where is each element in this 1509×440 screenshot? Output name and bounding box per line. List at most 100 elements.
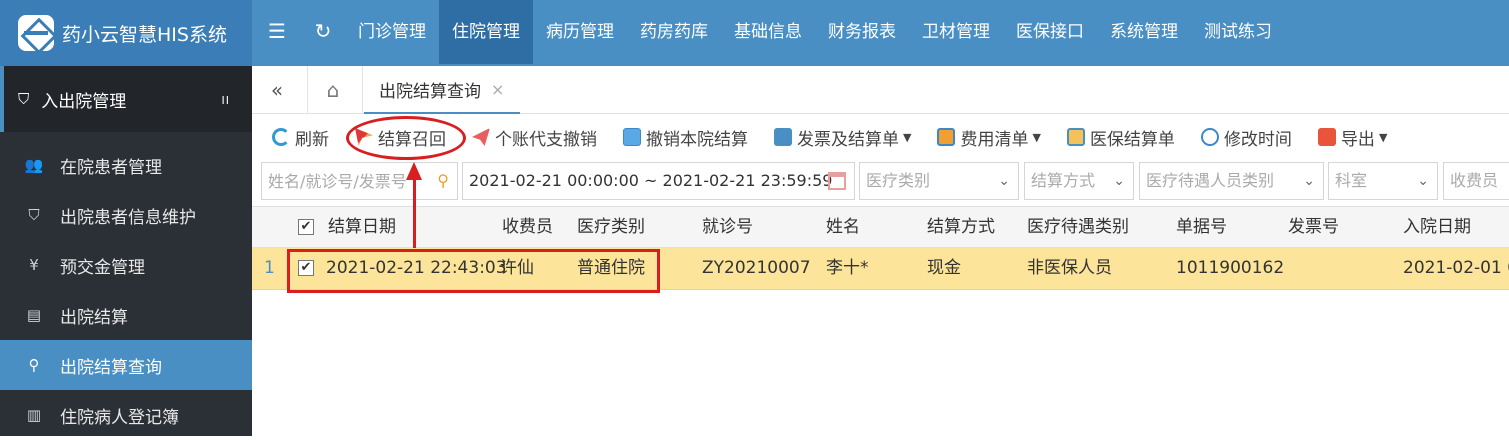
book-icon: ▥ <box>26 406 42 424</box>
cancel-settlement-button[interactable]: 撤销本院结算 <box>623 125 748 150</box>
medical-type-placeholder: 医疗类别 <box>866 171 931 190</box>
chevron-down-icon: ⌄ <box>998 173 1010 189</box>
annotation-arrow-head <box>406 162 422 180</box>
invoice-label: 发票及结算单 <box>797 129 899 150</box>
cancel-personal-label: 个账代支撤销 <box>495 129 597 150</box>
column-header[interactable]: 收费员 <box>502 207 553 247</box>
top-bar: 药小云智慧HIS系统 ☰ ↻ 门诊管理 住院管理 病历管理 药房药库 基础信息 … <box>0 0 1509 66</box>
chevron-down-icon: ⌄ <box>1113 173 1125 189</box>
sidebar-item-settle-query[interactable]: ⚲ 出院结算查询 <box>0 340 252 390</box>
annotation-ellipse <box>346 116 466 160</box>
select-all-checkbox[interactable]: ✔ <box>298 219 314 235</box>
cashier-select[interactable]: 收费员 <box>1443 162 1509 200</box>
sidebar-item-discharge-settle[interactable]: ▤ 出院结算 <box>0 290 252 340</box>
clock-icon <box>1200 128 1219 146</box>
sidebar-item-register-book[interactable]: ▥ 住院病人登记簿 <box>0 390 252 440</box>
cell-treatment-type: 非医保人员 <box>1027 258 1112 278</box>
cell-receipt-no: 1011900162 <box>1176 258 1285 278</box>
invoice-dropdown-button[interactable]: 发票及结算单 ▼ <box>774 125 911 150</box>
reload-icon[interactable]: ↻ <box>308 16 338 46</box>
sidebar-section-label: 入出院管理 <box>41 91 127 112</box>
search-icon[interactable]: ⚲ <box>437 163 449 199</box>
sidebar-item-label: 住院病人登记簿 <box>60 407 179 428</box>
cell-visit-no: ZY20210007 <box>702 258 811 278</box>
export-label: 导出 <box>1340 129 1375 150</box>
column-header[interactable]: 医疗类别 <box>577 207 645 247</box>
settle-method-select[interactable]: 结算方式 ⌄ <box>1024 162 1134 200</box>
shield-icon: ⛉ <box>28 206 40 224</box>
date-range-field[interactable]: 2021-02-21 00:00:00 ~ 2021-02-21 23:59:5… <box>462 162 855 200</box>
sidebar-item-deposit[interactable]: ¥ 预交金管理 <box>0 240 252 290</box>
app-title: 药小云智慧HIS系统 <box>62 23 227 46</box>
search-input[interactable] <box>268 163 457 199</box>
users-icon: 👥 <box>24 156 44 174</box>
cancel-icon <box>623 128 641 146</box>
medical-type-select[interactable]: 医疗类别 ⌄ <box>859 162 1019 200</box>
nav-item-inpatient[interactable]: 住院管理 <box>439 0 533 64</box>
sidebar-item-label: 在院患者管理 <box>60 157 162 178</box>
caret-down-icon: ▼ <box>1032 130 1041 144</box>
nav-item-pharmacy[interactable]: 药房药库 <box>627 0 721 64</box>
document-icon: ▤ <box>26 306 42 324</box>
caret-down-icon: ▼ <box>1378 130 1388 144</box>
sidebar-section-header[interactable]: ⛉ 入出院管理 II <box>0 66 252 132</box>
nav-item-insurance[interactable]: 医保接口 <box>1003 0 1097 64</box>
column-header[interactable]: 医疗待遇类别 <box>1027 207 1129 247</box>
nav-item-outpatient[interactable]: 门诊管理 <box>345 0 439 64</box>
department-select[interactable]: 科室 ⌄ <box>1328 162 1438 200</box>
nav-item-practice[interactable]: 测试练习 <box>1191 0 1285 64</box>
date-range-value: 2021-02-21 00:00:00 ~ 2021-02-21 23:59:5… <box>469 171 833 190</box>
home-icon[interactable]: ⌂ <box>318 76 348 104</box>
send-icon <box>472 128 490 146</box>
annotation-box <box>287 249 660 293</box>
settle-method-placeholder: 结算方式 <box>1031 171 1096 190</box>
collapse-sidebar-icon[interactable]: « <box>262 76 292 104</box>
column-header[interactable]: 发票号 <box>1288 207 1339 247</box>
sidebar-item-label: 出院结算 <box>60 307 128 328</box>
nav-item-records[interactable]: 病历管理 <box>533 0 627 64</box>
column-header[interactable]: 姓名 <box>826 207 860 247</box>
insurance-icon <box>1066 128 1085 146</box>
top-nav: 门诊管理 住院管理 病历管理 药房药库 基础信息 财务报表 卫材管理 医保接口 … <box>345 0 1285 64</box>
menu-toggle-icon[interactable]: ☰ <box>262 16 292 46</box>
sidebar-item-label: 出院结算查询 <box>60 357 162 378</box>
modify-time-label: 修改时间 <box>1223 129 1292 150</box>
cashier-placeholder: 收费员 <box>1450 171 1499 190</box>
sidebar-item-inpatients[interactable]: 👥 在院患者管理 <box>0 140 252 190</box>
tab-bar: « ⌂ 出院结算查询 × <box>252 66 1509 114</box>
export-dropdown-button[interactable]: 导出 ▼ <box>1317 125 1388 150</box>
cost-list-label: 费用清单 <box>960 129 1029 150</box>
nav-item-basic-info[interactable]: 基础信息 <box>721 0 815 64</box>
cost-list-icon <box>937 128 956 146</box>
caret-down-icon: ▼ <box>903 130 912 144</box>
nav-item-supplies[interactable]: 卫材管理 <box>909 0 1003 64</box>
cost-list-dropdown-button[interactable]: 费用清单 ▼ <box>937 125 1041 150</box>
column-header[interactable]: 入院日期 <box>1403 207 1471 247</box>
column-header[interactable]: 单据号 <box>1176 207 1227 247</box>
nav-item-system[interactable]: 系统管理 <box>1097 0 1191 64</box>
pin-icon[interactable]: II <box>222 94 231 107</box>
nav-item-finance[interactable]: 财务报表 <box>815 0 909 64</box>
insurance-settle-button[interactable]: 医保结算单 <box>1066 125 1175 150</box>
calendar-icon[interactable] <box>828 172 846 190</box>
column-header[interactable]: 就诊号 <box>702 207 753 247</box>
invoice-icon <box>774 128 792 146</box>
cancel-personal-account-button[interactable]: 个账代支撤销 <box>472 125 597 150</box>
table-header: ✔ 结算日期 收费员 医疗类别 就诊号 姓名 结算方式 医疗待遇类别 单据号 发… <box>252 206 1509 248</box>
yen-icon: ¥ <box>29 256 39 274</box>
column-header[interactable]: 结算日期 <box>328 207 396 247</box>
cell-settle-method: 现金 <box>927 258 961 278</box>
chevron-down-icon: ⌄ <box>1417 173 1429 189</box>
sidebar: ⛉ 入出院管理 II 👥 在院患者管理 ⛉ 出院患者信息维护 ¥ 预交金管理 ▤… <box>0 66 252 436</box>
refresh-icon <box>272 128 290 146</box>
sidebar-item-discharge-info[interactable]: ⛉ 出院患者信息维护 <box>0 190 252 240</box>
modify-time-button[interactable]: 修改时间 <box>1200 125 1292 150</box>
sidebar-item-label: 出院患者信息维护 <box>60 207 196 228</box>
treatment-type-select[interactable]: 医疗待遇人员类别 ⌄ <box>1139 162 1324 200</box>
close-icon[interactable]: × <box>491 80 504 99</box>
refresh-button[interactable]: 刷新 <box>272 125 329 150</box>
tab-settle-query[interactable]: 出院结算查询 × <box>364 66 520 114</box>
column-header[interactable]: 结算方式 <box>927 207 995 247</box>
treatment-type-placeholder: 医疗待遇人员类别 <box>1146 171 1275 190</box>
sidebar-item-label: 预交金管理 <box>60 257 145 278</box>
